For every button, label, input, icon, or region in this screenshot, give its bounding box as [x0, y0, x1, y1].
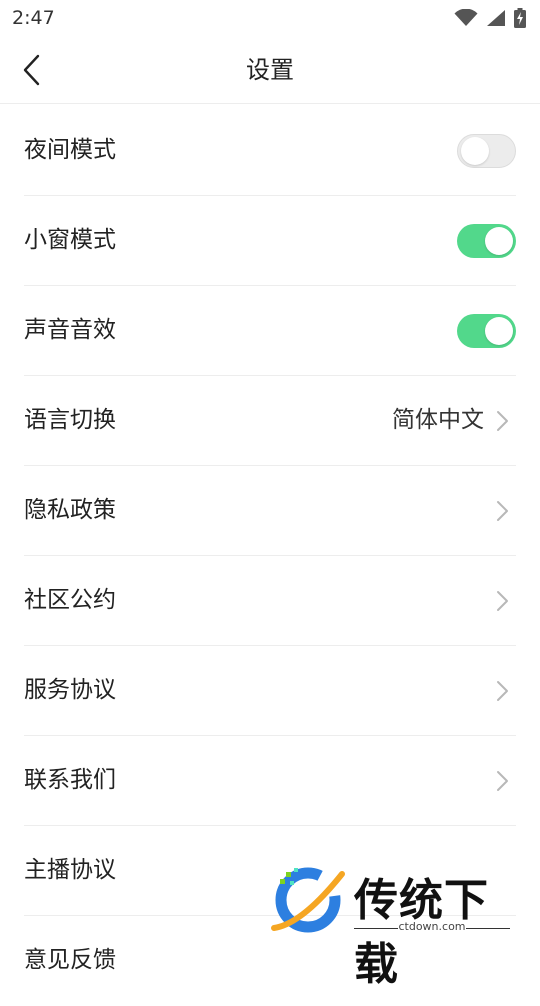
setting-service-agreement[interactable]: 服务协议 [24, 646, 516, 736]
watermark-url: ctdown.com [398, 920, 466, 933]
toggle-knob [485, 227, 513, 255]
setting-community-rules[interactable]: 社区公约 [24, 556, 516, 646]
setting-label: 夜间模式 [24, 137, 116, 163]
setting-label: 小窗模式 [24, 227, 116, 253]
status-icons [454, 8, 526, 28]
mini-window-toggle[interactable] [457, 224, 516, 258]
setting-label: 主播协议 [24, 857, 116, 883]
chevron-right-icon [497, 591, 508, 611]
setting-sound-effects: 声音音效 [24, 286, 516, 376]
setting-night-mode: 夜间模式 [24, 106, 516, 196]
header: 设置 [0, 36, 540, 104]
cell-signal-icon [487, 10, 505, 26]
setting-label: 社区公约 [24, 587, 116, 613]
toggle-knob [485, 317, 513, 345]
chevron-right-icon [497, 771, 508, 791]
status-time: 2:47 [12, 7, 55, 29]
battery-charging-icon [514, 8, 526, 28]
setting-label: 隐私政策 [24, 497, 116, 523]
setting-label: 联系我们 [24, 767, 116, 793]
chevron-right-icon [497, 411, 508, 431]
chevron-right-icon [497, 501, 508, 521]
language-value: 简体中文 [392, 407, 484, 433]
watermark-emblem-icon [271, 867, 345, 933]
watermark-logo: 传统下载 ctdown.com [268, 862, 518, 990]
setting-label: 服务协议 [24, 677, 116, 703]
setting-contact-us[interactable]: 联系我们 [24, 736, 516, 826]
setting-label: 声音音效 [24, 317, 116, 343]
wifi-icon [454, 9, 478, 26]
setting-label: 意见反馈 [24, 947, 116, 973]
setting-mini-window: 小窗模式 [24, 196, 516, 286]
setting-privacy-policy[interactable]: 隐私政策 [24, 466, 516, 556]
sound-effects-toggle[interactable] [457, 314, 516, 348]
page-title: 设置 [246, 56, 294, 84]
night-mode-toggle[interactable] [457, 134, 516, 168]
setting-language[interactable]: 语言切换 简体中文 [24, 376, 516, 466]
status-bar: 2:47 [0, 0, 540, 36]
toggle-knob [461, 137, 489, 165]
chevron-right-icon [497, 681, 508, 701]
setting-label: 语言切换 [24, 407, 116, 433]
